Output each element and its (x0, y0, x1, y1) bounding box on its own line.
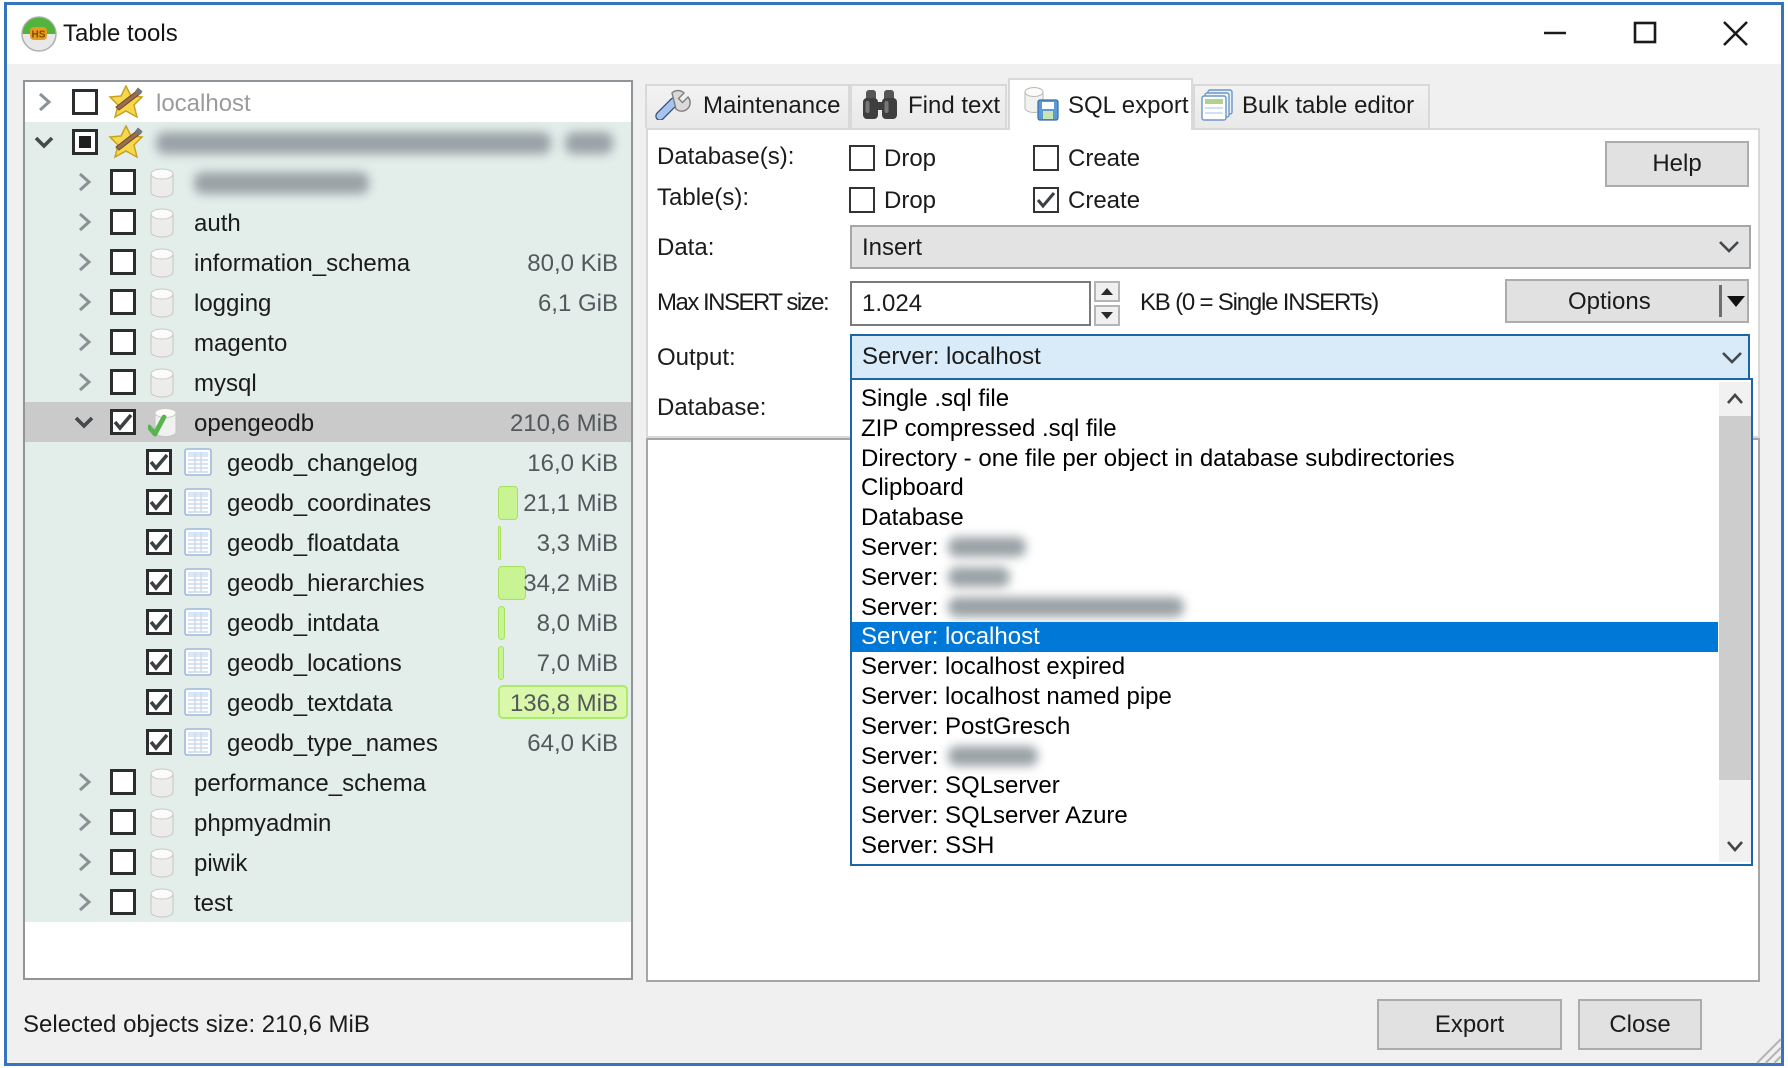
svg-text:HS: HS (32, 30, 46, 41)
